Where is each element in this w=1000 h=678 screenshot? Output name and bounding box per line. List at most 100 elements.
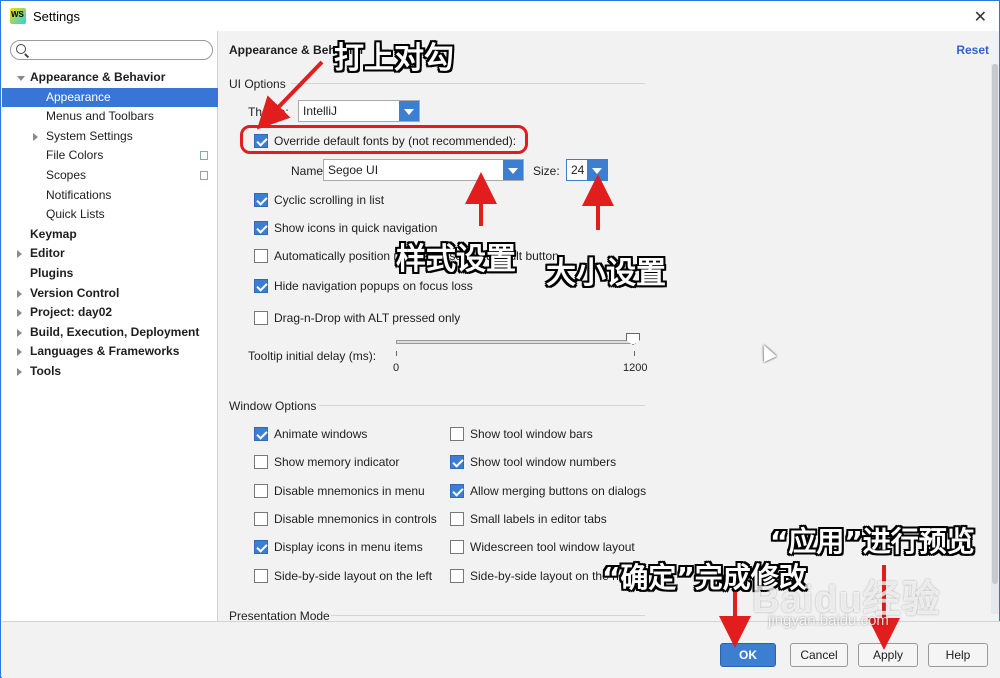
cancel-button[interactable]: Cancel — [790, 643, 848, 667]
window-option-checkbox[interactable]: Show memory indicator — [254, 455, 399, 469]
dialog-button-bar: OK Cancel Apply Help — [2, 621, 1000, 678]
sidebar-item[interactable]: Plugins — [2, 264, 218, 284]
ui-options-title: UI Options — [229, 77, 286, 91]
ui-option-label: Show icons in quick navigation — [274, 221, 438, 235]
checkbox-box — [254, 249, 268, 263]
apply-button[interactable]: Apply — [858, 643, 918, 667]
font-name-select[interactable]: Segoe UI — [323, 159, 524, 181]
sidebar-item[interactable]: Languages & Frameworks — [2, 342, 218, 362]
tooltip-delay-label: Tooltip initial delay (ms): — [248, 349, 377, 363]
window-option-label: Disable mnemonics in controls — [274, 512, 437, 526]
sidebar-item-label: Keymap — [30, 226, 77, 241]
ui-options-divider — [291, 83, 645, 84]
sidebar-item-label: Editor — [30, 246, 65, 261]
annotation-apply-preview: “应用”进行预览 — [770, 525, 975, 558]
window-options-divider — [319, 405, 645, 406]
font-size-select[interactable]: 24 — [566, 159, 608, 181]
ok-button[interactable]: OK — [720, 643, 776, 667]
ui-option-checkbox[interactable]: Cyclic scrolling in list — [254, 193, 384, 207]
help-button[interactable]: Help — [928, 643, 988, 667]
chevron-right-icon[interactable] — [17, 289, 22, 298]
window-option-checkbox[interactable]: Display icons in menu items — [254, 540, 423, 554]
sidebar-item-label: Build, Execution, Deployment — [30, 324, 200, 339]
checkbox-box — [450, 427, 464, 441]
font-name-value: Segoe UI — [328, 163, 379, 177]
window-option-checkbox[interactable]: Disable mnemonics in controls — [254, 512, 437, 526]
sidebar-item[interactable]: Notifications — [2, 186, 218, 206]
slider-tick — [396, 351, 397, 356]
copy-icon — [197, 148, 208, 161]
chevron-right-icon[interactable] — [17, 348, 22, 357]
sidebar-item[interactable]: System Settings — [2, 127, 218, 147]
window-option-checkbox[interactable]: Widescreen tool window layout — [450, 540, 635, 554]
tooltip-delay-slider[interactable] — [396, 340, 636, 344]
window-option-label: Disable mnemonics in menu — [274, 484, 425, 498]
ui-option-checkbox[interactable]: Show icons in quick navigation — [254, 221, 437, 235]
checkbox-box — [254, 311, 268, 325]
sidebar-item[interactable]: Project: day02 — [2, 303, 218, 323]
theme-select[interactable]: IntelliJ — [298, 100, 420, 122]
sidebar-item[interactable]: Keymap — [2, 225, 218, 245]
slider-max-label: 1200 — [623, 362, 648, 374]
sidebar-item[interactable]: Scopes — [2, 166, 218, 186]
webstorm-app-icon — [10, 8, 26, 24]
sidebar-item[interactable]: File Colors — [2, 146, 218, 166]
annotation-size-setting: 大小设置 — [546, 256, 666, 291]
sidebar-item[interactable]: Build, Execution, Deployment — [2, 323, 218, 343]
sidebar-item[interactable]: Appearance — [2, 87, 218, 108]
checkbox-box — [254, 455, 268, 469]
sidebar-item[interactable]: Version Control — [2, 284, 218, 304]
search-input[interactable] — [31, 43, 206, 57]
reset-link[interactable]: Reset — [956, 43, 989, 57]
sidebar-item[interactable]: Appearance & Behavior — [2, 68, 218, 88]
window-option-checkbox[interactable]: Animate windows — [254, 427, 367, 441]
sidebar-item[interactable]: Tools — [2, 362, 218, 382]
sidebar-item[interactable]: Quick Lists — [2, 205, 218, 225]
window-option-checkbox[interactable]: Side-by-side layout on the left — [254, 569, 432, 583]
window-option-label: Small labels in editor tabs — [470, 512, 607, 526]
title-bar: Settings ✕ — [1, 1, 999, 31]
sidebar-item-label: Menus and Toolbars — [46, 109, 154, 124]
sidebar-item[interactable]: Menus and Toolbars — [2, 107, 218, 127]
window-options-title: Window Options — [229, 399, 317, 413]
window-option-checkbox[interactable]: Show tool window numbers — [450, 455, 616, 469]
window-option-label: Show memory indicator — [274, 455, 400, 469]
window-option-label: Display icons in menu items — [274, 540, 423, 554]
search-box[interactable] — [10, 40, 213, 60]
chevron-right-icon[interactable] — [17, 250, 22, 259]
chevron-right-icon[interactable] — [17, 367, 22, 376]
window-option-label: Show tool window numbers — [470, 455, 617, 469]
chevron-down-icon[interactable] — [17, 76, 25, 81]
window-option-checkbox[interactable]: Allow merging buttons on dialogs — [450, 484, 646, 498]
sidebar-item-label: Languages & Frameworks — [30, 344, 180, 359]
window-option-label: Widescreen tool window layout — [470, 540, 635, 554]
window-option-label: Allow merging buttons on dialogs — [470, 484, 647, 498]
sidebar-item-label: Appearance — [46, 89, 111, 104]
ui-option-checkbox[interactable]: Hide navigation popups on focus loss — [254, 279, 473, 293]
checkbox-box — [254, 484, 268, 498]
chevron-right-icon[interactable] — [33, 132, 38, 141]
annotation-check-it: 打上对勾 — [334, 41, 454, 76]
checkbox-box — [450, 569, 464, 583]
checkbox-box — [450, 540, 464, 554]
copy-icon — [197, 167, 208, 180]
checkbox-box — [254, 569, 268, 583]
checkbox-box — [254, 221, 268, 235]
content-scrollbar[interactable] — [991, 64, 999, 614]
chevron-right-icon[interactable] — [17, 328, 22, 337]
sidebar-item-label: Appearance & Behavior — [30, 70, 166, 84]
window-option-checkbox[interactable]: Small labels in editor tabs — [450, 512, 607, 526]
close-icon[interactable]: ✕ — [974, 7, 987, 27]
sidebar-item-label: Quick Lists — [46, 207, 105, 222]
window-option-checkbox[interactable]: Disable mnemonics in menu — [254, 484, 425, 498]
highlight-ring — [240, 125, 528, 154]
window-option-checkbox[interactable]: Show tool window bars — [450, 427, 593, 441]
sidebar-item-label: File Colors — [46, 148, 104, 163]
slider-min-label: 0 — [393, 362, 400, 374]
sidebar-item[interactable]: Editor — [2, 244, 218, 264]
chevron-right-icon[interactable] — [17, 309, 22, 318]
settings-sidebar: Appearance & Behavior Appearance Menus and… — [2, 31, 218, 621]
ui-option-checkbox[interactable]: Drag-n-Drop with ALT pressed only — [254, 311, 460, 325]
font-size-label: Size: — [533, 164, 560, 178]
font-name-label: Name: — [291, 164, 327, 178]
